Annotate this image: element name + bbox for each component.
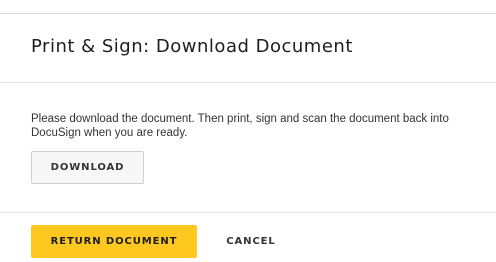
return-document-button[interactable]: RETURN DOCUMENT [31,225,197,258]
download-button[interactable]: DOWNLOAD [31,151,144,184]
footer-divider [0,212,496,213]
header-divider [0,82,496,83]
cancel-button[interactable]: CANCEL [211,225,291,258]
instructions-text: Please download the document. Then print… [31,113,449,139]
top-divider [0,13,496,14]
dialog-title: Print & Sign: Download Document [31,36,353,57]
